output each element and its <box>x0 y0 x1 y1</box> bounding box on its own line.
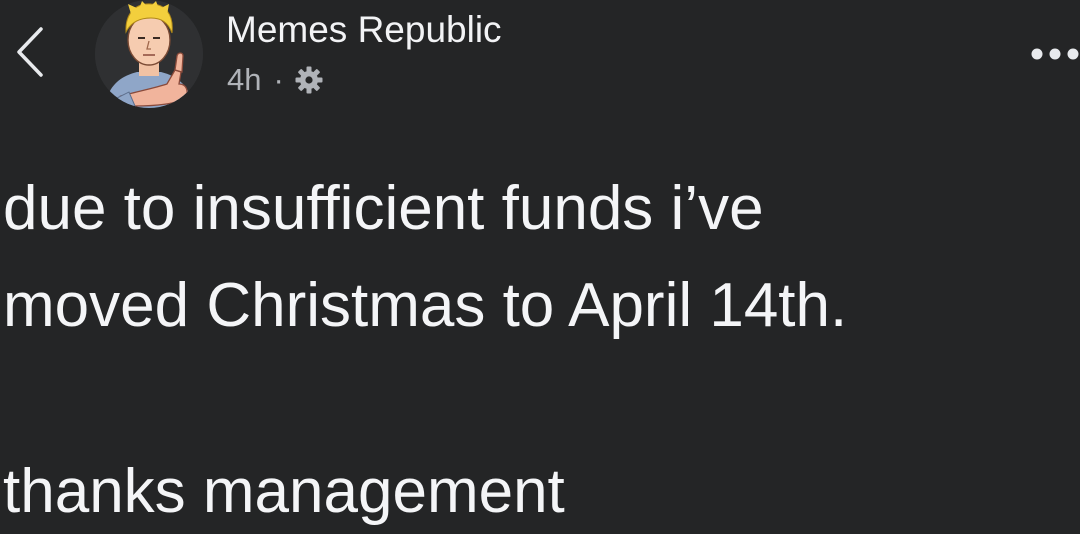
post-meta: 4h · <box>227 58 324 102</box>
gear-icon[interactable] <box>294 65 324 95</box>
post-text-line: due to insufficient funds i’ve <box>3 174 764 243</box>
post-timestamp[interactable]: 4h <box>227 62 261 98</box>
page-name[interactable]: Memes Republic <box>226 6 502 54</box>
more-options-button[interactable] <box>1024 34 1080 74</box>
post-text-line: thanks management <box>3 457 565 526</box>
meta-separator: · <box>273 62 284 97</box>
back-button[interactable] <box>8 22 52 82</box>
more-horizontal-icon <box>1031 48 1079 60</box>
avatar-illustration <box>95 0 203 108</box>
avatar[interactable] <box>95 0 203 108</box>
post-text-line: moved Christmas to April 14th. <box>3 271 848 340</box>
chevron-left-icon <box>17 27 43 77</box>
